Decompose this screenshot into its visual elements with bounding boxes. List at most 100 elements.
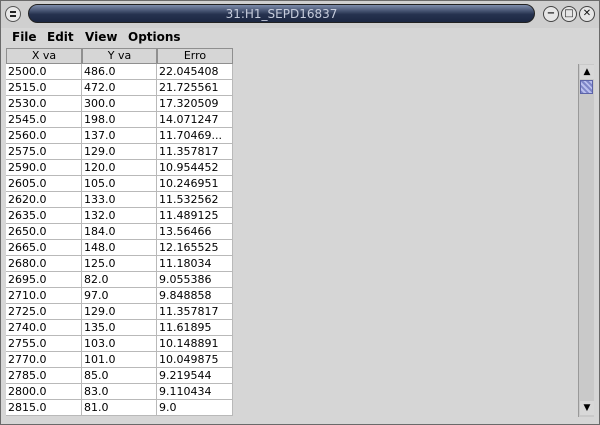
cell-x-value[interactable]: 2500.0: [6, 64, 82, 80]
cell-y-value[interactable]: 472.0: [82, 80, 157, 96]
cell-y-value[interactable]: 135.0: [82, 320, 157, 336]
table-row[interactable]: 2590.0 120.0 10.954452: [6, 160, 233, 176]
cell-y-value[interactable]: 97.0: [82, 288, 157, 304]
cell-x-value[interactable]: 2725.0: [6, 304, 82, 320]
cell-y-value[interactable]: 486.0: [82, 64, 157, 80]
cell-y-value[interactable]: 148.0: [82, 240, 157, 256]
table-row[interactable]: 2560.0 137.0 11.70469...: [6, 128, 233, 144]
cell-x-value[interactable]: 2560.0: [6, 128, 82, 144]
cell-error-value[interactable]: 10.049875: [157, 352, 233, 368]
cell-error-value[interactable]: 10.246951: [157, 176, 233, 192]
table-row[interactable]: 2575.0 129.0 11.357817: [6, 144, 233, 160]
table-row[interactable]: 2725.0 129.0 11.357817: [6, 304, 233, 320]
cell-error-value[interactable]: 9.848858: [157, 288, 233, 304]
table-row[interactable]: 2620.0 133.0 11.532562: [6, 192, 233, 208]
table-row[interactable]: 2680.0 125.0 11.18034: [6, 256, 233, 272]
column-header-x[interactable]: X va: [6, 48, 82, 64]
cell-y-value[interactable]: 137.0: [82, 128, 157, 144]
cell-error-value[interactable]: 13.56466: [157, 224, 233, 240]
cell-y-value[interactable]: 103.0: [82, 336, 157, 352]
table-row[interactable]: 2740.0 135.0 11.61895: [6, 320, 233, 336]
cell-error-value[interactable]: 11.357817: [157, 304, 233, 320]
cell-x-value[interactable]: 2815.0: [6, 400, 82, 416]
cell-y-value[interactable]: 133.0: [82, 192, 157, 208]
column-header-y[interactable]: Y va: [82, 48, 157, 64]
table-row[interactable]: 2785.0 85.0 9.219544: [6, 368, 233, 384]
menu-options[interactable]: Options: [128, 30, 181, 44]
title-bar[interactable]: 31:H1_SEPD16837 − □ ✕: [1, 1, 599, 28]
table-row[interactable]: 2815.0 81.0 9.0: [6, 400, 233, 416]
table-row[interactable]: 2515.0 472.0 21.725561: [6, 80, 233, 96]
cell-error-value[interactable]: 12.165525: [157, 240, 233, 256]
title-pill[interactable]: 31:H1_SEPD16837: [28, 4, 535, 23]
cell-y-value[interactable]: 129.0: [82, 144, 157, 160]
table-row[interactable]: 2695.0 82.0 9.055386: [6, 272, 233, 288]
cell-x-value[interactable]: 2800.0: [6, 384, 82, 400]
cell-error-value[interactable]: 22.045408: [157, 64, 233, 80]
table-row[interactable]: 2800.0 83.0 9.110434: [6, 384, 233, 400]
table-row[interactable]: 2530.0 300.0 17.320509: [6, 96, 233, 112]
cell-y-value[interactable]: 129.0: [82, 304, 157, 320]
cell-x-value[interactable]: 2695.0: [6, 272, 82, 288]
cell-x-value[interactable]: 2605.0: [6, 176, 82, 192]
cell-y-value[interactable]: 132.0: [82, 208, 157, 224]
cell-error-value[interactable]: 9.219544: [157, 368, 233, 384]
table-row[interactable]: 2650.0 184.0 13.56466: [6, 224, 233, 240]
column-header-error[interactable]: Erro: [157, 48, 233, 64]
cell-y-value[interactable]: 184.0: [82, 224, 157, 240]
table-row[interactable]: 2635.0 132.0 11.489125: [6, 208, 233, 224]
scroll-up-icon[interactable]: ▲: [580, 65, 594, 79]
cell-error-value[interactable]: 9.110434: [157, 384, 233, 400]
cell-y-value[interactable]: 85.0: [82, 368, 157, 384]
cell-x-value[interactable]: 2620.0: [6, 192, 82, 208]
cell-error-value[interactable]: 11.61895: [157, 320, 233, 336]
cell-y-value[interactable]: 125.0: [82, 256, 157, 272]
cell-x-value[interactable]: 2740.0: [6, 320, 82, 336]
cell-x-value[interactable]: 2680.0: [6, 256, 82, 272]
table-row[interactable]: 2770.0 101.0 10.049875: [6, 352, 233, 368]
scroll-thumb[interactable]: [580, 80, 593, 94]
cell-x-value[interactable]: 2650.0: [6, 224, 82, 240]
cell-x-value[interactable]: 2755.0: [6, 336, 82, 352]
cell-x-value[interactable]: 2575.0: [6, 144, 82, 160]
table-row[interactable]: 2710.0 97.0 9.848858: [6, 288, 233, 304]
cell-x-value[interactable]: 2545.0: [6, 112, 82, 128]
table-row[interactable]: 2545.0 198.0 14.071247: [6, 112, 233, 128]
cell-y-value[interactable]: 105.0: [82, 176, 157, 192]
maximize-icon[interactable]: □: [561, 6, 577, 22]
cell-error-value[interactable]: 10.148891: [157, 336, 233, 352]
table-row[interactable]: 2755.0 103.0 10.148891: [6, 336, 233, 352]
cell-error-value[interactable]: 11.70469...: [157, 128, 233, 144]
menu-edit[interactable]: Edit: [47, 30, 74, 44]
cell-error-value[interactable]: 11.357817: [157, 144, 233, 160]
cell-y-value[interactable]: 101.0: [82, 352, 157, 368]
menu-view[interactable]: View: [85, 30, 117, 44]
cell-error-value[interactable]: 11.18034: [157, 256, 233, 272]
cell-error-value[interactable]: 21.725561: [157, 80, 233, 96]
cell-x-value[interactable]: 2665.0: [6, 240, 82, 256]
table-row[interactable]: 2605.0 105.0 10.246951: [6, 176, 233, 192]
cell-x-value[interactable]: 2770.0: [6, 352, 82, 368]
vertical-scrollbar[interactable]: ▲ ▼: [578, 64, 594, 417]
cell-y-value[interactable]: 300.0: [82, 96, 157, 112]
cell-y-value[interactable]: 83.0: [82, 384, 157, 400]
cell-y-value[interactable]: 82.0: [82, 272, 157, 288]
cell-error-value[interactable]: 11.489125: [157, 208, 233, 224]
cell-error-value[interactable]: 14.071247: [157, 112, 233, 128]
window-menu-icon[interactable]: [5, 6, 21, 22]
menu-file[interactable]: File: [12, 30, 37, 44]
cell-error-value[interactable]: 17.320509: [157, 96, 233, 112]
table-row[interactable]: 2500.0 486.0 22.045408: [6, 64, 233, 80]
close-icon[interactable]: ✕: [579, 6, 595, 22]
cell-y-value[interactable]: 81.0: [82, 400, 157, 416]
cell-x-value[interactable]: 2635.0: [6, 208, 82, 224]
cell-error-value[interactable]: 10.954452: [157, 160, 233, 176]
cell-x-value[interactable]: 2710.0: [6, 288, 82, 304]
scroll-down-icon[interactable]: ▼: [580, 401, 594, 415]
cell-y-value[interactable]: 120.0: [82, 160, 157, 176]
cell-x-value[interactable]: 2590.0: [6, 160, 82, 176]
minimize-icon[interactable]: −: [543, 6, 559, 22]
cell-x-value[interactable]: 2785.0: [6, 368, 82, 384]
table-row[interactable]: 2665.0 148.0 12.165525: [6, 240, 233, 256]
cell-x-value[interactable]: 2530.0: [6, 96, 82, 112]
